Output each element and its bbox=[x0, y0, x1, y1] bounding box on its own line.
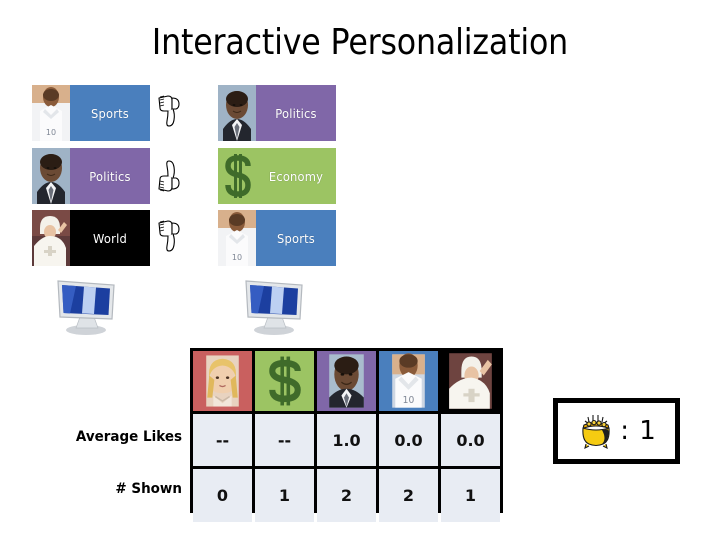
table-header-world bbox=[441, 351, 500, 411]
svg-text:10: 10 bbox=[403, 395, 415, 406]
cell-num-shown-politics: 2 bbox=[317, 469, 376, 522]
thumbs-down-icon[interactable] bbox=[155, 217, 185, 257]
article-tile-label: Economy bbox=[268, 168, 324, 184]
table-header-politics bbox=[317, 351, 376, 411]
cell-num-shown-celebrity: 0 bbox=[193, 469, 252, 522]
thumbs-down-icon[interactable] bbox=[155, 92, 185, 132]
cell-avg-likes-world: 0.0 bbox=[441, 414, 500, 466]
dollar-sign-thumb bbox=[218, 148, 256, 204]
table-header-sports: 10 bbox=[379, 351, 438, 411]
cell-avg-likes-politics: 1.0 bbox=[317, 414, 376, 466]
article-tile-label: Sports bbox=[277, 230, 315, 246]
computer-monitor-icon bbox=[50, 275, 122, 337]
article-tile-label: Politics bbox=[275, 105, 317, 121]
cell-num-shown-sports: 2 bbox=[379, 469, 438, 522]
table-header-economy bbox=[255, 351, 314, 411]
cell-avg-likes-economy: -- bbox=[255, 414, 314, 466]
score-value: : 1 bbox=[620, 416, 657, 446]
row-label-num-shown: # Shown bbox=[115, 481, 182, 497]
pot-of-gold-icon bbox=[576, 411, 616, 451]
cell-avg-likes-sports: 0.0 bbox=[379, 414, 438, 466]
article-tile-sports-left[interactable]: 10 Sports bbox=[32, 85, 150, 141]
obama-thumb bbox=[218, 85, 256, 141]
soccer-player-thumb: 10 bbox=[32, 85, 70, 141]
article-tile-economy-right[interactable]: Economy bbox=[218, 148, 336, 204]
pope-thumb bbox=[32, 210, 70, 266]
article-tile-label: Politics bbox=[89, 168, 131, 184]
article-tile-politics-left[interactable]: Politics bbox=[32, 148, 150, 204]
article-tile-label: Sports bbox=[91, 105, 129, 121]
cell-num-shown-world: 1 bbox=[441, 469, 500, 522]
computer-monitor-icon bbox=[238, 275, 310, 337]
table-header-celebrity bbox=[193, 351, 252, 411]
article-tile-politics-right[interactable]: Politics bbox=[218, 85, 336, 141]
stats-table: 10 -- -- 1.0 0.0 0.0 0 1 2 2 1 bbox=[190, 348, 503, 522]
svg-text:10: 10 bbox=[46, 128, 56, 137]
article-tile-world-left[interactable]: World bbox=[32, 210, 150, 266]
article-tile-label: World bbox=[93, 230, 127, 246]
page-title: Interactive Personalization bbox=[151, 22, 569, 63]
soccer-player-thumb: 10 bbox=[218, 210, 256, 266]
cell-avg-likes-celebrity: -- bbox=[193, 414, 252, 466]
score-box: : 1 bbox=[553, 398, 680, 464]
svg-text:10: 10 bbox=[232, 253, 242, 262]
row-label-average-likes: Average Likes bbox=[75, 429, 182, 445]
article-tile-sports-right[interactable]: 10 Sports bbox=[218, 210, 336, 266]
thumbs-up-icon[interactable] bbox=[155, 155, 185, 195]
obama-thumb bbox=[32, 148, 70, 204]
cell-num-shown-economy: 1 bbox=[255, 469, 314, 522]
